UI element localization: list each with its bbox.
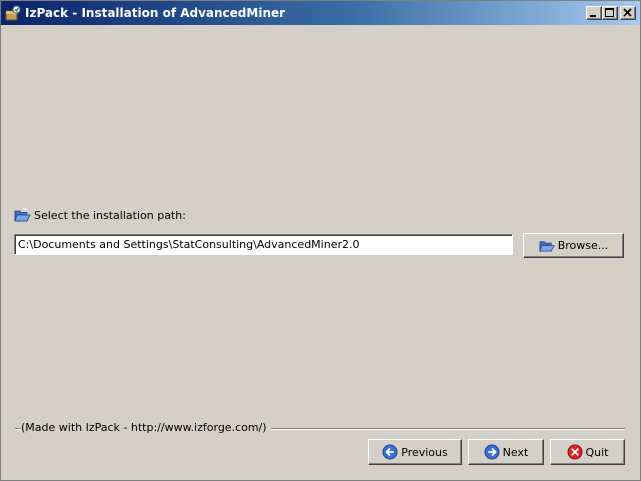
close-window-button[interactable] — [620, 6, 636, 20]
open-folder-icon — [539, 240, 555, 252]
installation-path-input[interactable] — [14, 234, 513, 255]
browse-button[interactable]: Browse... — [523, 233, 624, 258]
window-title: IzPack - Installation of AdvancedMiner — [25, 6, 286, 20]
close-icon — [567, 444, 582, 460]
minimize-icon — [590, 15, 596, 17]
next-button[interactable]: Next — [468, 439, 544, 465]
title-bar[interactable]: IzPack - Installation of AdvancedMiner — [1, 1, 640, 25]
arrow-left-icon — [382, 444, 398, 460]
open-folder-icon — [14, 208, 31, 222]
made-with-izpack-text: (Made with IzPack - http://www.izforge.c… — [21, 421, 271, 435]
arrow-right-icon — [484, 444, 500, 460]
quit-button[interactable]: Quit — [550, 439, 625, 465]
browse-button-label: Browse... — [557, 239, 609, 252]
next-button-label: Next — [502, 445, 529, 459]
izpack-app-icon — [5, 5, 21, 21]
close-icon — [623, 8, 632, 17]
previous-button[interactable]: Previous — [368, 439, 462, 465]
installation-path-label: Select the installation path: — [34, 209, 186, 222]
maximize-button[interactable] — [602, 6, 618, 20]
quit-button-label: Quit — [585, 445, 609, 459]
installer-window: IzPack - Installation of AdvancedMiner S… — [0, 0, 641, 481]
minimize-button[interactable] — [586, 6, 602, 20]
maximize-icon — [605, 8, 614, 17]
previous-button-label: Previous — [401, 445, 448, 459]
